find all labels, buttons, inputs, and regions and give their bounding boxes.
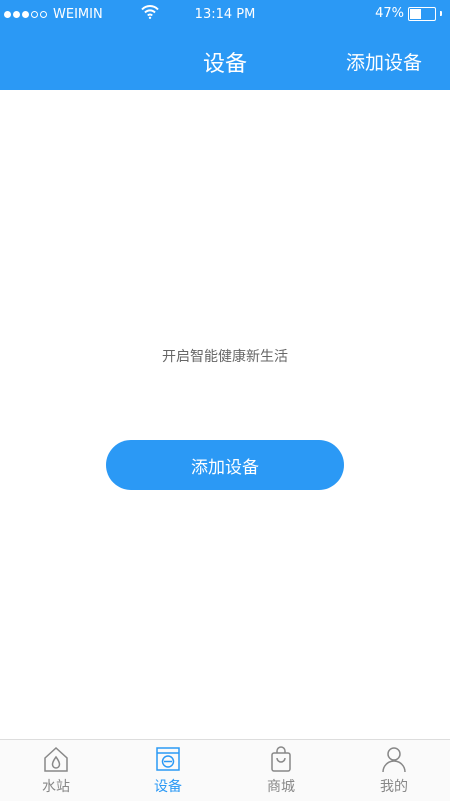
tab-label: 我的 [380,779,408,795]
add-device-nav-button[interactable]: 添加设备 [346,48,422,75]
tab-device[interactable]: 设备 [112,740,224,801]
tab-label: 水站 [42,779,70,795]
tab-mine[interactable]: 我的 [338,740,450,801]
user-icon [382,747,406,773]
top-bar: WEIMIN 13:14 PM 47% 设备 添加设备 [0,0,450,90]
tab-label: 设备 [154,779,182,795]
slogan-text: 开启智能健康新生活 [162,349,288,365]
add-device-button[interactable]: 添加设备 [106,440,344,490]
battery-tip [440,11,442,16]
battery-group: 47% [375,6,442,21]
device-icon [156,747,180,771]
tab-label: 商城 [267,779,295,795]
tab-water-station[interactable]: 水站 [0,740,112,801]
battery-percent: 47% [375,6,404,21]
tab-bar: 水站 设备 商城 我的 [0,739,450,801]
tab-mall[interactable]: 商城 [225,740,337,801]
water-station-icon [44,746,68,772]
status-bar: WEIMIN 13:14 PM 47% [0,0,450,30]
shopping-bag-icon [271,746,291,772]
battery-icon [408,6,436,21]
